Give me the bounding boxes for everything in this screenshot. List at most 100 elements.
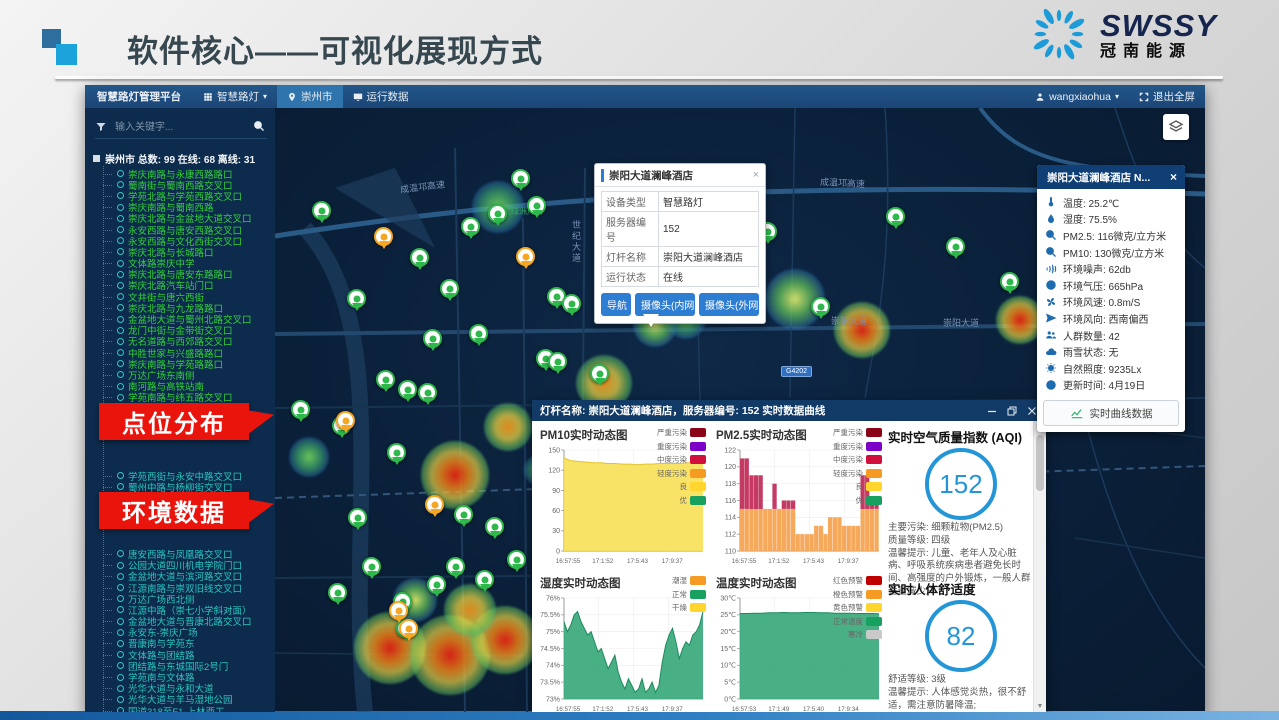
tree-item[interactable]: 无名道路与西郊路交叉口 [101, 336, 275, 347]
scroll-down-icon[interactable]: ▼ [1034, 700, 1046, 712]
scroll-thumb[interactable] [1036, 435, 1044, 491]
tree-item[interactable]: 江源南路与崇双旧线交叉口 [101, 582, 275, 593]
map-pin-online[interactable] [446, 557, 465, 576]
tree-item[interactable]: 学苑南与文体路 [101, 671, 275, 682]
minimize-icon[interactable] [986, 405, 998, 417]
tree-item[interactable]: 崇庆北路汽车站门口 [101, 280, 275, 291]
nav-user-menu[interactable]: wangxiaohua ▾ [1025, 85, 1129, 108]
tree-item[interactable]: 文体路与团结路 [101, 649, 275, 660]
tree-item[interactable]: 崇庆南路与永康西路路口 [101, 168, 275, 179]
map-pin-online[interactable] [398, 380, 417, 399]
popup-button-2[interactable]: 摄像头(外网 [699, 293, 759, 316]
map-layers-button[interactable] [1163, 114, 1189, 140]
tree-item-label: 文体路崇庆中学 [128, 258, 195, 269]
tree-item[interactable]: 公园大道四川机电学院门口 [101, 560, 275, 571]
tree-item[interactable]: 龙门中街与金带街交叉口 [101, 325, 275, 336]
tree-item[interactable]: 崇庆北路与唐安东路路口 [101, 269, 275, 280]
realtime-curve-button[interactable]: 实时曲线数据 [1043, 400, 1179, 426]
map-pin-online[interactable] [423, 329, 442, 348]
tree-item[interactable]: 崇庆南路与学苑路路口 [101, 358, 275, 369]
tree-item[interactable]: 国道318至F1-上林西工 [101, 705, 275, 712]
tree-item[interactable]: 江源中路（崇七小学斜对面） [101, 604, 275, 615]
nav-item-1[interactable]: 崇州市 [277, 85, 343, 108]
tree-item[interactable]: 崇庆北路与金盆地大道交叉口 [101, 213, 275, 224]
nav-item-2[interactable]: 运行数据 [343, 85, 419, 108]
tree-item[interactable]: 唐安西路与凤凰路交叉口 [101, 548, 275, 559]
map-pin-online[interactable] [461, 217, 480, 236]
popup-close-icon[interactable]: × [747, 169, 765, 181]
tree-item[interactable]: 蜀州中路与杨柳街交叉口 [101, 481, 275, 492]
map-pin-online[interactable] [362, 557, 381, 576]
map-pin-warning[interactable] [399, 619, 418, 638]
tree-item[interactable]: 文体路崇庆中学 [101, 258, 275, 269]
map-pin-warning[interactable] [336, 411, 355, 430]
map-pin-online[interactable] [548, 352, 567, 371]
tree-item[interactable]: 金盆地大道与晋康北路交叉口 [101, 616, 275, 627]
tree-item[interactable]: 团结路与东城国际2号门 [101, 660, 275, 671]
map-pin-online[interactable] [427, 575, 446, 594]
tree-item[interactable]: 永安西路与文化西街交叉口 [101, 235, 275, 246]
tree-root[interactable]: 崇州市 总数: 99 在线: 68 离线: 31 [93, 151, 271, 166]
map-pin-online[interactable] [328, 583, 347, 602]
tree-item[interactable]: 文井街与唐六西街 [101, 291, 275, 302]
tree-item[interactable]: 崇庆南路与蜀南西路 [101, 202, 275, 213]
tree-item[interactable]: 万达广场西北侧 [101, 593, 275, 604]
search-input[interactable] [113, 121, 247, 134]
map-pin-online[interactable] [347, 289, 366, 308]
map-pin-online[interactable] [590, 364, 609, 383]
tree-item[interactable]: 晋康南与学苑东 [101, 638, 275, 649]
map-pin-online[interactable] [454, 505, 473, 524]
exit-fullscreen-button[interactable]: 退出全屏 [1129, 85, 1205, 108]
map-pin-warning[interactable] [389, 601, 408, 620]
map-pin-online[interactable] [312, 201, 331, 220]
tree-item[interactable]: 光华大道与羊马湿地公园 [101, 694, 275, 705]
map-pin-online[interactable] [291, 400, 310, 419]
tree-item[interactable]: 金盆地大道与滨河路交叉口 [101, 571, 275, 582]
map-pin-online[interactable] [562, 294, 581, 313]
map-pin-online[interactable] [440, 279, 459, 298]
filter-icon[interactable] [95, 121, 107, 133]
tree-item[interactable]: 学苑北路与学苑西路交叉口 [101, 190, 275, 201]
map-pin-online[interactable] [348, 508, 367, 527]
env-panel-close-icon[interactable]: × [1162, 170, 1185, 184]
map-pin-online[interactable] [387, 443, 406, 462]
map-pin-online[interactable] [410, 248, 429, 267]
map-pin-online[interactable] [469, 324, 488, 343]
tree-item[interactable]: 万达广场东南侧 [101, 369, 275, 380]
map-pin-online[interactable] [475, 570, 494, 589]
nav-item-0[interactable]: 智慧路灯▾ [193, 85, 277, 108]
map-pin-online[interactable] [507, 550, 526, 569]
restore-icon[interactable] [1006, 405, 1018, 417]
map-pin-online[interactable] [886, 207, 905, 226]
map-pin-online[interactable] [527, 196, 546, 215]
nav-brand[interactable]: 智慧路灯管理平台 [85, 85, 193, 108]
map-pin-online[interactable] [946, 237, 965, 256]
map-pin-warning[interactable] [425, 495, 444, 514]
tree-item[interactable]: 金盆地大道与蜀州北路交叉口 [101, 313, 275, 324]
tree-item[interactable]: 永安西路与唐安西路交叉口 [101, 224, 275, 235]
map-pin-online[interactable] [488, 204, 507, 223]
map-pin-online[interactable] [418, 383, 437, 402]
tree-item[interactable]: 蜀南街与蜀南西路交叉口 [101, 179, 275, 190]
tree-item[interactable]: 南河路与高铁站南 [101, 381, 275, 392]
map-pin-online[interactable] [811, 297, 830, 316]
map-pin-online[interactable] [485, 517, 504, 536]
popup-button-0[interactable]: 导航 [601, 293, 631, 316]
map-canvas[interactable]: 成温邛高速成温邛高速崇阳大道崇阳大道世纪大道G4202安生绿洲广场 崇阳大道澜峰… [275, 108, 1205, 712]
search-icon[interactable] [253, 120, 267, 134]
tree-item[interactable]: 永安东-崇庆广场 [101, 627, 275, 638]
map-pin-online[interactable] [376, 370, 395, 389]
map-pin-online[interactable] [511, 169, 530, 188]
tree-item[interactable]: 中胜世家与兴盛路路口 [101, 347, 275, 358]
map-pin-online[interactable] [1000, 272, 1019, 291]
scrollbar[interactable]: ▲ ▼ [1033, 421, 1046, 712]
map-pin-warning[interactable] [374, 227, 393, 246]
tree-item[interactable]: 学苑西街与永安中路交叉口 [101, 470, 275, 481]
tree-item[interactable]: 崇庆北路与长城路口 [101, 246, 275, 257]
tree-collapse-icon[interactable] [93, 155, 100, 162]
tree-item[interactable]: 崇庆北路与九龙路路口 [101, 302, 275, 313]
map-pin-warning[interactable] [516, 247, 535, 266]
tree-item[interactable]: 光华大道与永和大道 [101, 683, 275, 694]
tree-item[interactable]: 学苑南路与纬五路交叉口 [101, 392, 275, 403]
popup-button-1[interactable]: 摄像头(内网 [635, 293, 695, 316]
